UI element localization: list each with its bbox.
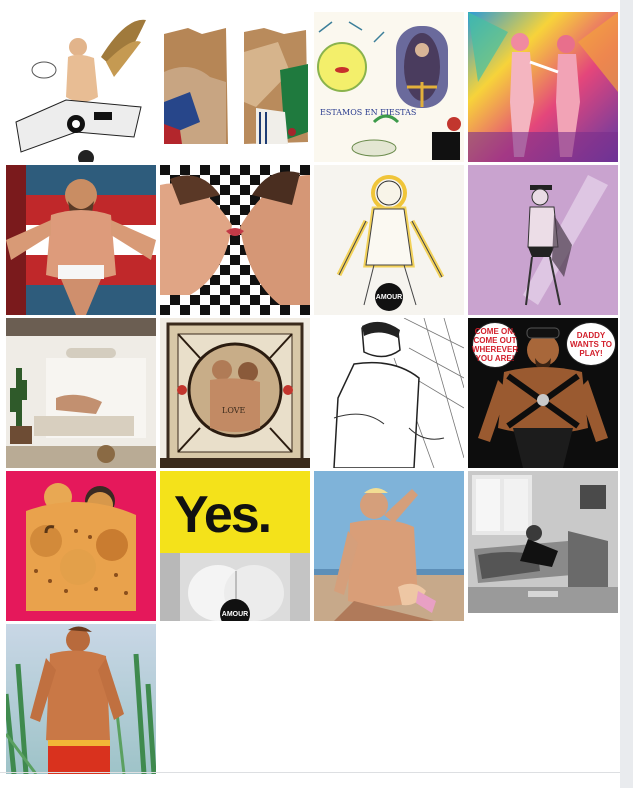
scroll-gutter (620, 0, 633, 788)
photo-tile-cactus-man[interactable] (6, 624, 156, 774)
tile-caption: ESTAMOS EN FIESTAS (320, 108, 417, 117)
yes-headline: Yes. (174, 486, 272, 544)
speech-bubble-right: DADDY WANTS TO PLAY! (566, 322, 616, 366)
speech-bubble-left: COME ON, COME OUT WHEREVER YOU ARE! (472, 322, 518, 368)
tile-caption: LOVE (222, 406, 246, 415)
photo-tile-yes-poster[interactable]: Yes. AMOUR (160, 471, 310, 621)
photo-tile-kiss-checkerboard[interactable] (160, 165, 310, 315)
photo-panel: ESTAMOS EN FIESTAS AMOUR LOVE COME ON, C… (0, 0, 620, 788)
photo-tile-colorful-dancers[interactable] (468, 12, 618, 162)
photo-tile-wood-diptych[interactable] (160, 12, 310, 162)
photo-tile-winged-figure[interactable] (6, 12, 156, 162)
panel-bottom-border (0, 772, 620, 773)
photo-tile-bearded-man-flag[interactable] (6, 165, 156, 315)
photo-tile-bath-sketch[interactable] (314, 318, 464, 468)
photo-tile-leather-daddy-comic[interactable]: COME ON, COME OUT WHEREVER YOU ARE! DADD… (468, 318, 618, 468)
amour-badge: AMOUR (375, 283, 403, 311)
photo-tile-glowing-sketch[interactable]: AMOUR (314, 165, 464, 315)
photo-tile-ornate-frame[interactable]: LOVE (160, 318, 310, 468)
amour-badge: AMOUR (220, 599, 250, 621)
photo-tile-lavender-sketch[interactable] (468, 165, 618, 315)
photo-tile-bears-hug[interactable] (6, 471, 156, 621)
photo-grid: ESTAMOS EN FIESTAS AMOUR LOVE COME ON, C… (6, 12, 618, 774)
photo-tile-estamos-en-fiestas[interactable]: ESTAMOS EN FIESTAS (314, 12, 464, 162)
photo-tile-beach-photo[interactable] (314, 471, 464, 621)
photo-tile-courtyard[interactable] (6, 318, 156, 468)
photo-tile-vintage-interior[interactable] (468, 471, 618, 621)
